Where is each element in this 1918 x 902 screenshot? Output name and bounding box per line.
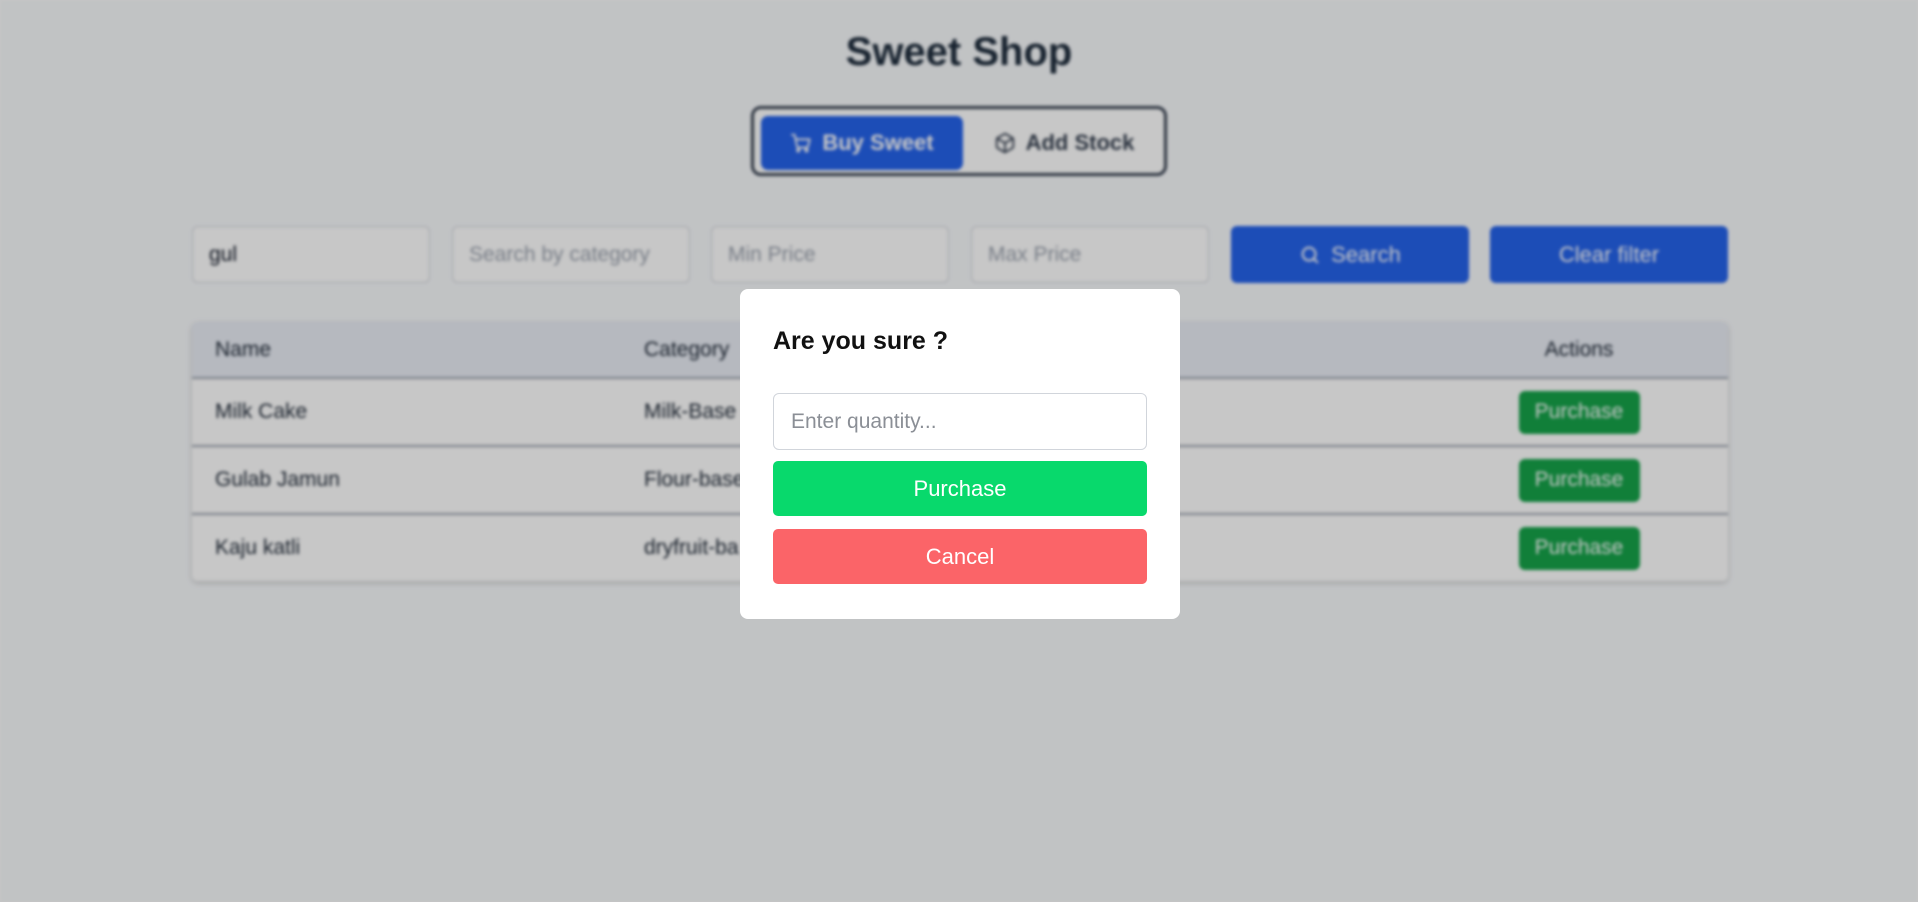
- dialog-title: Are you sure ?: [773, 327, 949, 355]
- quantity-input[interactable]: [773, 393, 1147, 450]
- cancel-button[interactable]: Cancel: [773, 529, 1147, 584]
- confirm-purchase-button[interactable]: Purchase: [773, 461, 1147, 516]
- purchase-confirm-dialog: Are you sure ? Purchase Cancel: [740, 289, 1180, 619]
